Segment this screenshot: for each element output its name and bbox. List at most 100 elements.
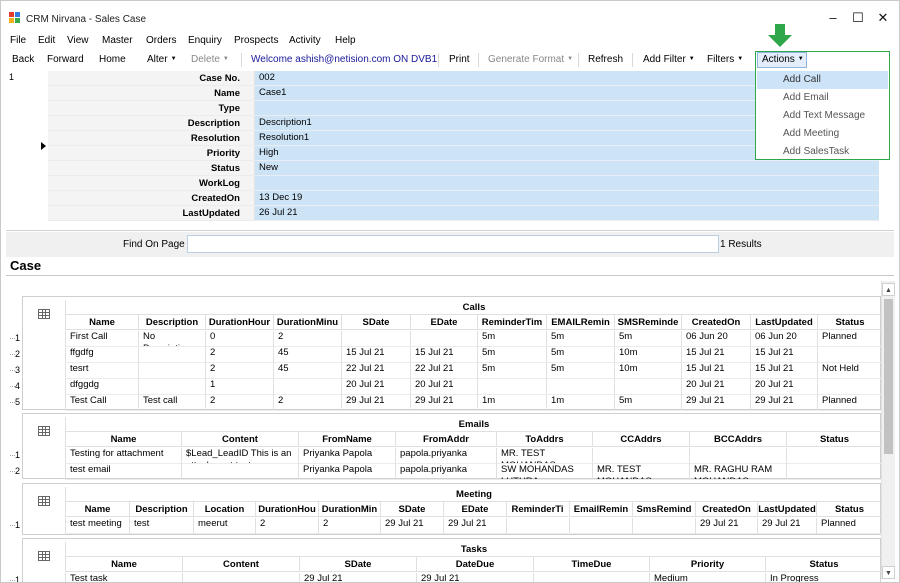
generate-format-button[interactable]: Generate Format ▼: [488, 54, 573, 65]
field-value[interactable]: New: [255, 161, 879, 176]
table-cell[interactable]: 5m: [546, 331, 614, 347]
table-cell[interactable]: dfggdg: [65, 379, 138, 395]
table-cell[interactable]: 1m: [546, 395, 614, 411]
table-cell[interactable]: [410, 331, 477, 347]
table-cell[interactable]: test: [129, 518, 193, 534]
table-cell[interactable]: 2: [318, 518, 380, 534]
table-cell[interactable]: 10m: [614, 363, 681, 379]
scroll-up-icon[interactable]: ▲: [882, 283, 895, 296]
column-header[interactable]: ReminderTim: [477, 315, 546, 330]
menu-edit[interactable]: Edit: [38, 35, 55, 46]
column-header[interactable]: SDate: [341, 315, 410, 330]
table-cell[interactable]: 29 Jul 21: [757, 518, 816, 534]
table-cell[interactable]: 5m: [546, 363, 614, 379]
column-header[interactable]: Name: [65, 557, 182, 572]
table-cell[interactable]: [786, 448, 881, 464]
table-cell[interactable]: 20 Jul 21: [681, 379, 750, 395]
column-header[interactable]: ReminderTi: [506, 502, 568, 517]
table-cell[interactable]: Priyanka Papola: [298, 464, 395, 480]
column-header[interactable]: SDate: [299, 557, 416, 572]
table-cell[interactable]: [138, 379, 205, 395]
menu-item-add-email[interactable]: Add Email: [757, 89, 888, 107]
table-cell[interactable]: 15 Jul 21: [750, 347, 817, 363]
table-cell[interactable]: [817, 379, 881, 395]
menu-help[interactable]: Help: [335, 35, 356, 46]
table-cell[interactable]: 22 Jul 21: [341, 363, 410, 379]
column-header[interactable]: Description: [129, 502, 193, 517]
menu-master[interactable]: Master: [102, 35, 133, 46]
table-cell[interactable]: [689, 448, 786, 464]
scroll-down-icon[interactable]: ▼: [882, 566, 895, 579]
table-cell[interactable]: 45: [273, 363, 341, 379]
menu-item-add-meeting[interactable]: Add Meeting: [757, 125, 888, 143]
table-cell[interactable]: 5m: [477, 363, 546, 379]
table-cell[interactable]: 5m: [477, 347, 546, 363]
column-header[interactable]: CreatedOn: [695, 502, 757, 517]
table-cell[interactable]: [546, 379, 614, 395]
column-header[interactable]: EmailRemin: [569, 502, 632, 517]
table-cell[interactable]: In Progress: [765, 573, 881, 582]
column-header[interactable]: DateDue: [416, 557, 533, 572]
table-cell[interactable]: 29 Jul 21: [443, 518, 506, 534]
menu-activity[interactable]: Activity: [289, 35, 321, 46]
table-cell[interactable]: 29 Jul 21: [695, 518, 757, 534]
column-header[interactable]: Status: [817, 315, 881, 330]
table-cell[interactable]: 5m: [546, 347, 614, 363]
field-value[interactable]: 13 Dec 19: [255, 191, 879, 206]
minimize-button[interactable]: –: [819, 7, 847, 29]
table-cell[interactable]: 06 Jun 20: [681, 331, 750, 347]
table-cell[interactable]: 2: [255, 518, 318, 534]
table-cell[interactable]: [138, 347, 205, 363]
table-cell[interactable]: Priyanka Papola: [298, 448, 395, 464]
table-cell[interactable]: SW MOHANDAS LUTHRA: [496, 464, 592, 480]
table-cell[interactable]: ffgdfg: [65, 347, 138, 363]
table-cell[interactable]: 2: [205, 395, 273, 411]
column-header[interactable]: Status: [786, 432, 881, 447]
table-cell[interactable]: 5m: [614, 395, 681, 411]
table-cell[interactable]: 15 Jul 21: [681, 363, 750, 379]
menu-prospects[interactable]: Prospects: [234, 35, 278, 46]
table-cell[interactable]: Planned: [816, 518, 881, 534]
column-header[interactable]: BCCAddrs: [689, 432, 786, 447]
table-cell[interactable]: meerut: [193, 518, 255, 534]
column-header[interactable]: Content: [181, 432, 298, 447]
menu-enquiry[interactable]: Enquiry: [188, 35, 222, 46]
table-cell[interactable]: 2: [273, 395, 341, 411]
table-cell[interactable]: Not Held: [817, 363, 881, 379]
table-cell[interactable]: 1m: [477, 395, 546, 411]
table-cell[interactable]: 2: [273, 331, 341, 347]
column-header[interactable]: TimeDue: [533, 557, 649, 572]
table-cell[interactable]: [569, 518, 632, 534]
column-header[interactable]: FromAddr: [395, 432, 496, 447]
table-cell[interactable]: 29 Jul 21: [380, 518, 443, 534]
refresh-button[interactable]: Refresh: [588, 54, 623, 65]
table-cell[interactable]: No Description: [138, 331, 205, 347]
table-cell[interactable]: $Lead_LeadID This is an attachment test: [181, 448, 298, 464]
table-cell[interactable]: Test Call: [65, 395, 138, 411]
menu-view[interactable]: View: [67, 35, 89, 46]
find-input[interactable]: [187, 235, 719, 253]
menu-item-add-salestask[interactable]: Add SalesTask: [757, 143, 888, 161]
alter-button[interactable]: Alter ▼: [147, 54, 177, 65]
table-cell[interactable]: Testing for attachment: [65, 448, 181, 464]
column-header[interactable]: Location: [193, 502, 255, 517]
column-header[interactable]: DurationHour: [205, 315, 273, 330]
table-cell[interactable]: Medium: [649, 573, 765, 582]
table-cell[interactable]: 06 Jun 20: [750, 331, 817, 347]
table-cell[interactable]: 29 Jul 21: [299, 573, 416, 582]
table-cell[interactable]: 5m: [477, 331, 546, 347]
forward-button[interactable]: Forward: [47, 54, 84, 65]
menu-file[interactable]: File: [10, 35, 26, 46]
table-cell[interactable]: 29 Jul 21: [341, 395, 410, 411]
table-cell[interactable]: 29 Jul 21: [750, 395, 817, 411]
home-button[interactable]: Home: [99, 54, 126, 65]
table-cell[interactable]: 22 Jul 21: [410, 363, 477, 379]
table-cell[interactable]: 1: [205, 379, 273, 395]
table-cell[interactable]: [533, 573, 649, 582]
table-cell[interactable]: papola.priyanka: [395, 448, 496, 464]
table-cell[interactable]: [341, 331, 410, 347]
table-cell[interactable]: Planned: [817, 395, 881, 411]
table-cell[interactable]: [614, 379, 681, 395]
menu-item-add-text-message[interactable]: Add Text Message: [757, 107, 888, 125]
table-cell[interactable]: 29 Jul 21: [681, 395, 750, 411]
